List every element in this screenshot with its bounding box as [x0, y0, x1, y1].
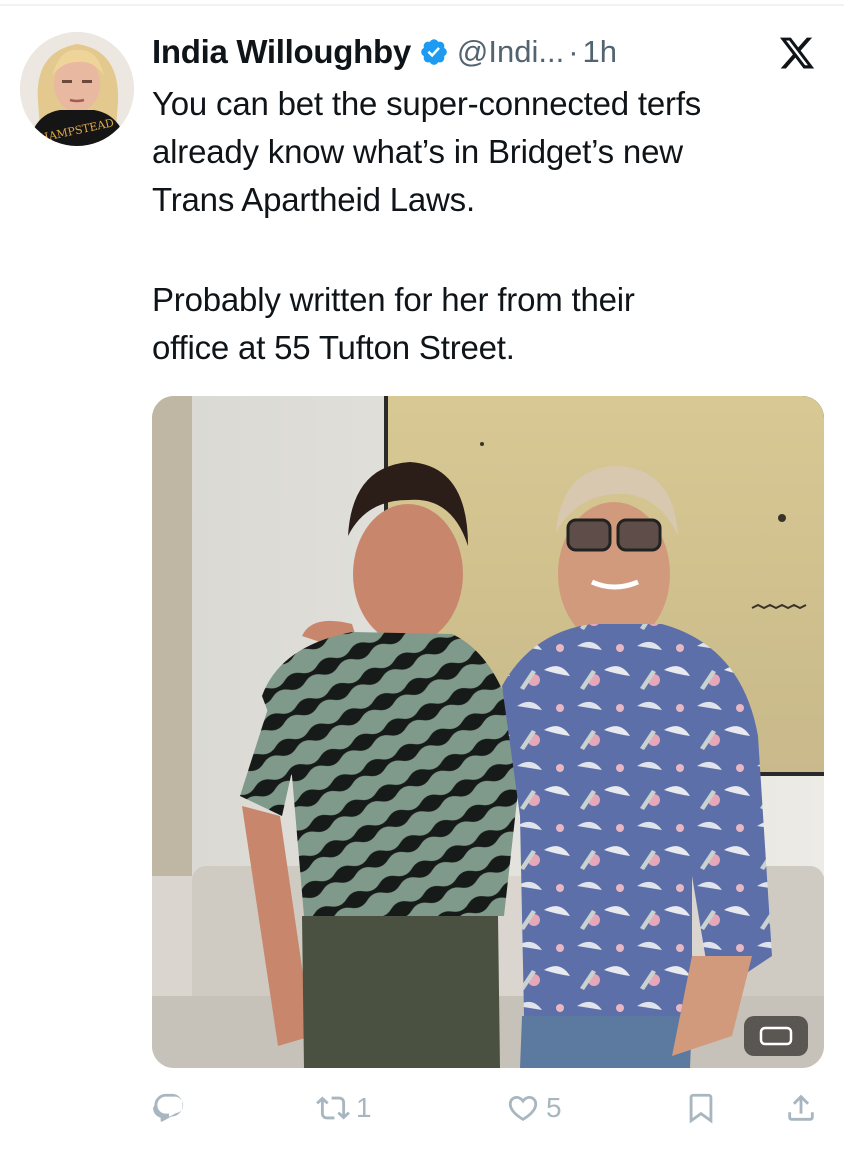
avatar[interactable]: HAMPSTEAD: [20, 32, 134, 146]
photo-image: [152, 396, 824, 1068]
tweet-line: Trans Apartheid Laws.: [152, 181, 475, 218]
bookmark-icon: [689, 1093, 713, 1124]
like-count: 5: [546, 1092, 562, 1123]
alt-text-icon: [759, 1026, 793, 1046]
x-logo-icon[interactable]: [778, 34, 816, 72]
tweet-text: You can bet the super-connected terfs al…: [152, 80, 828, 372]
repost-button[interactable]: 1: [316, 1086, 372, 1130]
repost-icon: [316, 1096, 350, 1120]
tweet-line: already know what’s in Bridget’s new: [152, 133, 683, 170]
action-bar: 1 5: [152, 1086, 824, 1130]
user-handle[interactable]: @Indi...: [457, 34, 564, 70]
tweet-line: office at 55 Tufton Street.: [152, 329, 515, 366]
share-icon: [788, 1094, 814, 1121]
reply-icon: [153, 1093, 184, 1122]
media-options-button[interactable]: [744, 1016, 808, 1056]
post-time[interactable]: 1h: [583, 34, 617, 70]
share-button[interactable]: [784, 1086, 818, 1130]
tweet-line: Probably written for her from their: [152, 281, 635, 318]
bookmark-button[interactable]: [684, 1086, 718, 1130]
reply-button[interactable]: [152, 1086, 186, 1130]
tweet-photo[interactable]: [152, 396, 824, 1068]
avatar-image: HAMPSTEAD: [20, 32, 134, 146]
user-name[interactable]: India Willoughby: [152, 33, 411, 71]
repost-count: 1: [356, 1092, 372, 1123]
like-button[interactable]: 5: [506, 1086, 562, 1130]
separator-dot: ·: [568, 34, 579, 69]
heart-icon: [508, 1095, 538, 1121]
tweet: HAMPSTEAD India Willoughby @Indi... · 1h…: [0, 0, 844, 1162]
tweet-header: India Willoughby @Indi... · 1h: [152, 32, 824, 72]
verified-badge-icon: [421, 39, 447, 65]
tweet-line: You can bet the super-connected terfs: [152, 85, 702, 122]
